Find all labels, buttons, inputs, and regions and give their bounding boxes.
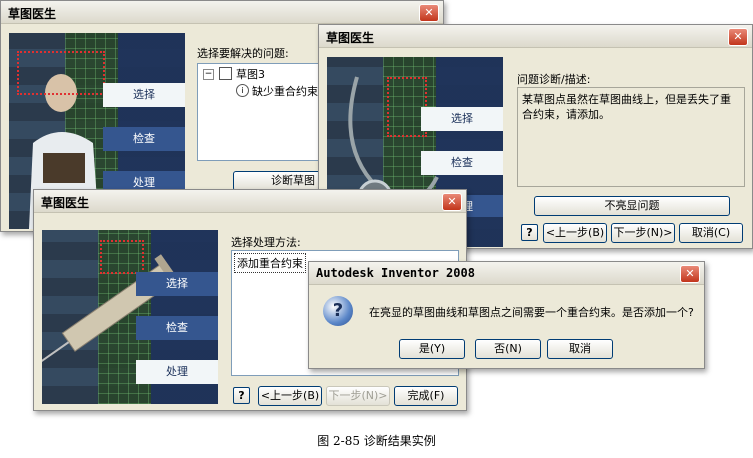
figure-caption: 图 2-85 诊断结果实例 (317, 434, 436, 448)
help-icon[interactable]: ? (521, 224, 538, 241)
close-button[interactable]: ✕ (680, 265, 700, 283)
finish-button[interactable]: 完成(F) (394, 386, 458, 406)
diagnosis-label: 问题诊断/描述: (517, 73, 591, 86)
dialog-title: Autodesk Inventor 2008 (316, 266, 475, 280)
question-icon: ? (323, 296, 353, 326)
cancel-button[interactable]: 取消(C) (679, 223, 743, 243)
dotted-highlight (17, 51, 105, 95)
close-button[interactable]: ✕ (442, 193, 462, 211)
step-process: 处理 (136, 360, 218, 384)
tree-root-label[interactable]: 草图3 (236, 66, 265, 82)
info-icon: i (236, 84, 249, 97)
tree-expander[interactable]: − (203, 69, 214, 80)
window-title: 草图医生 (8, 7, 57, 21)
step-check: 检查 (421, 151, 503, 175)
step-select: 选择 (103, 83, 185, 107)
inventor-confirm-dialog: Autodesk Inventor 2008 ✕ ? 在亮显的草图曲线和草图点之… (308, 261, 705, 369)
sketch-icon (219, 67, 232, 80)
dialog-message: 在亮显的草图曲线和草图点之间需要一个重合约束。是否添加一个? (369, 306, 694, 319)
method-label: 选择处理方法: (231, 236, 301, 249)
back-button[interactable]: <上一步(B) (543, 223, 607, 243)
tree-child-label[interactable]: 缺少重合约束 (252, 83, 318, 99)
method-item-add-coincident[interactable]: 添加重合约束 (234, 253, 306, 273)
help-icon[interactable]: ? (233, 387, 250, 404)
diagnosis-description: 某草图点虽然在草图曲线上，但是丢失了重合约束，请添加。 (517, 87, 745, 187)
step-select: 选择 (136, 272, 218, 296)
close-button[interactable]: ✕ (419, 4, 439, 22)
back-button[interactable]: <上一步(B) (258, 386, 322, 406)
step-check: 检查 (136, 316, 218, 340)
window-title: 草图医生 (326, 31, 375, 45)
unhighlight-problem-button[interactable]: 不亮显问题 (534, 196, 730, 216)
step-check: 检查 (103, 127, 185, 151)
step-select: 选择 (421, 107, 503, 131)
next-button: 下一步(N)> (326, 386, 390, 406)
window-title: 草图医生 (41, 196, 90, 210)
yes-button[interactable]: 是(Y) (399, 339, 465, 359)
title-bar[interactable]: 草图医生 ✕ (1, 1, 443, 24)
dotted-highlight (100, 240, 144, 274)
no-button[interactable]: 否(N) (475, 339, 541, 359)
diagnosis-text: 某草图点虽然在草图曲线上，但是丢失了重合约束，请添加。 (522, 93, 731, 121)
cancel-button[interactable]: 取消 (547, 339, 613, 359)
next-button[interactable]: 下一步(N)> (611, 223, 675, 243)
close-button[interactable]: ✕ (728, 28, 748, 46)
title-bar[interactable]: 草图医生 ✕ (34, 190, 466, 213)
title-bar[interactable]: Autodesk Inventor 2008 ✕ (309, 262, 704, 285)
question-label: 选择要解决的问题: (197, 47, 289, 60)
title-bar[interactable]: 草图医生 ✕ (319, 25, 752, 48)
